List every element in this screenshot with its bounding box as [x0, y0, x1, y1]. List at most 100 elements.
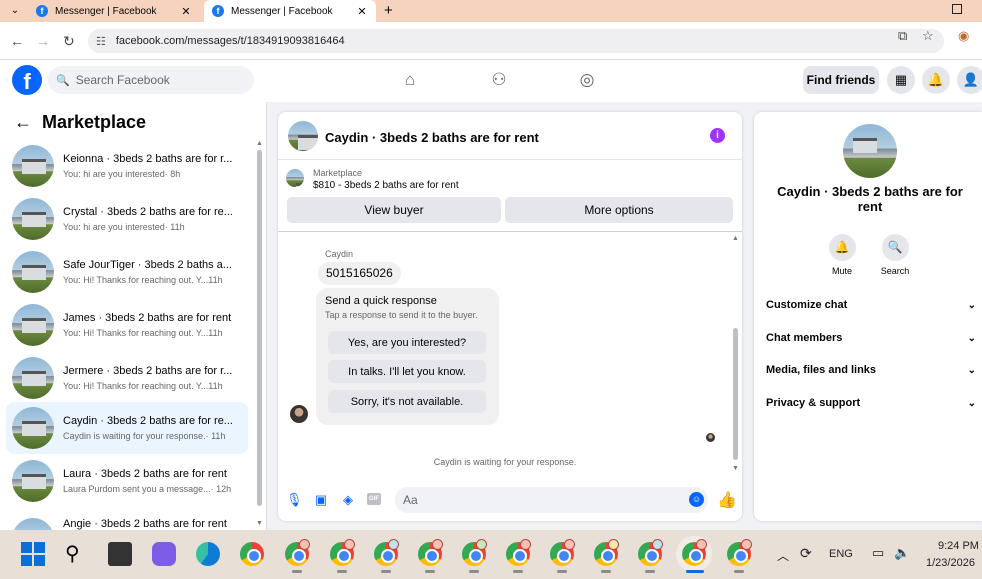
chat-scrollbar[interactable] — [733, 328, 738, 460]
network-icon[interactable]: ▭ — [872, 545, 884, 561]
chrome-profile-icon[interactable] — [418, 539, 443, 566]
task-view-icon[interactable] — [108, 542, 132, 566]
details-avatar[interactable] — [843, 124, 897, 178]
search-action[interactable]: 🔍 Search — [871, 234, 919, 276]
scroll-down-icon[interactable]: ▼ — [256, 520, 263, 527]
chat-members-section[interactable]: Chat members ⌄ — [766, 326, 976, 350]
browser-tab-1[interactable]: f Messenger | Facebook ✕ — [28, 0, 200, 22]
menu-grid-icon[interactable]: ▦ — [887, 66, 915, 94]
chrome-profile-icon[interactable] — [285, 539, 310, 566]
home-icon[interactable]: ⌂ — [399, 69, 421, 91]
chrome-profile-icon[interactable] — [727, 539, 752, 566]
account-avatar-icon[interactable]: 👤 — [957, 66, 982, 94]
quick-response-option[interactable]: Yes, are you interested? — [328, 331, 486, 354]
chat-avatar[interactable] — [288, 121, 318, 151]
volume-icon[interactable]: 🔈 — [894, 545, 910, 561]
browser-tab-2[interactable]: f Messenger | Facebook ✕ — [204, 0, 376, 22]
install-app-icon[interactable]: ⧉ — [898, 28, 907, 44]
meet-chat-icon[interactable] — [152, 542, 176, 566]
message-input[interactable] — [395, 487, 708, 513]
view-buyer-button[interactable]: View buyer — [287, 197, 501, 223]
running-indicator — [381, 570, 391, 573]
bell-icon[interactable]: 🔔 — [828, 234, 856, 261]
url-text: facebook.com/messages/t/1834919093816464 — [115, 35, 345, 47]
sidebar-scrollbar[interactable] — [257, 150, 262, 506]
chevron-down-icon: ⌄ — [967, 299, 976, 311]
conversation-item[interactable]: Safe JourTiger · 3beds 2 baths a... You:… — [6, 246, 248, 298]
conversation-item[interactable]: Crystal · 3beds 2 baths are for re... Yo… — [6, 193, 248, 245]
close-tab-icon[interactable]: ✕ — [356, 5, 368, 18]
message-bubble[interactable]: 5015165026 — [318, 262, 401, 285]
conversation-name: Caydin · 3beds 2 baths are for re... — [63, 415, 233, 427]
conversation-item[interactable]: Keionna · 3beds 2 baths are for r... You… — [6, 140, 248, 192]
microphone-icon[interactable]: 🎙 — [286, 492, 303, 508]
clock-time[interactable]: 9:24 PM — [938, 540, 979, 552]
mute-action[interactable]: 🔔 Mute — [818, 234, 866, 276]
groups-icon[interactable]: ◎ — [576, 69, 598, 91]
reload-icon[interactable]: ↻ — [63, 34, 75, 48]
chrome-profile-icon[interactable] — [506, 539, 531, 566]
chat-scroll-down-icon[interactable]: ▼ — [732, 465, 739, 472]
bookmark-star-icon[interactable]: ☆ — [922, 28, 934, 44]
chrome-profile-icon[interactable] — [550, 539, 575, 566]
marketplace-sidebar: ← Marketplace Keionna · 3beds 2 baths ar… — [0, 102, 267, 530]
search-facebook-box[interactable]: 🔍 — [48, 66, 254, 94]
more-options-button[interactable]: More options — [505, 197, 733, 223]
taskbar-search-icon[interactable]: ⚲ — [65, 542, 89, 566]
chrome-profile-icon[interactable] — [462, 539, 487, 566]
chrome-profile-icon[interactable] — [638, 539, 663, 566]
conversation-item[interactable]: Jermere · 3beds 2 baths are for r... You… — [6, 352, 248, 404]
emoji-icon[interactable]: ☺ — [689, 492, 704, 507]
tab-search-dropdown-icon[interactable]: ⌄ — [6, 3, 24, 19]
conversation-item[interactable]: Angie · 3beds 2 baths are for rent — [6, 508, 248, 530]
chrome-profile-icon[interactable] — [594, 539, 619, 566]
conversation-item[interactable]: James · 3beds 2 baths are for rent You: … — [6, 299, 248, 351]
sticker-icon[interactable]: ◈ — [340, 492, 356, 508]
privacy-support-section[interactable]: Privacy & support ⌄ — [766, 391, 976, 415]
tray-overflow-chevron-icon[interactable]: ︿ — [777, 547, 789, 564]
notifications-bell-icon[interactable]: 🔔 — [922, 66, 950, 94]
close-tab-icon[interactable]: ✕ — [180, 5, 192, 18]
edge-browser-icon[interactable] — [196, 542, 220, 566]
new-tab-plus-icon[interactable]: + — [384, 2, 393, 19]
back-arrow-icon[interactable]: ← — [14, 112, 32, 133]
search-icon[interactable]: 🔍 — [881, 234, 909, 261]
url-field[interactable]: ☷ facebook.com/messages/t/18349190938164… — [88, 29, 944, 53]
back-arrow-icon[interactable]: ← — [10, 34, 24, 48]
thumbs-up-like-icon[interactable]: 👍 — [717, 490, 737, 510]
conversation-name: James · 3beds 2 baths are for rent — [63, 312, 232, 324]
customize-chat-section[interactable]: Customize chat ⌄ — [766, 293, 976, 317]
chrome-icon[interactable] — [240, 542, 264, 566]
details-name: Caydin · 3beds 2 baths are for rent — [777, 184, 963, 214]
windows-start-icon[interactable] — [21, 542, 45, 566]
window-restore-icon[interactable] — [952, 4, 962, 14]
sender-avatar[interactable] — [290, 405, 308, 423]
site-info-icon[interactable]: ☷ — [96, 35, 106, 48]
facebook-logo-icon[interactable]: f — [12, 65, 42, 95]
language-indicator[interactable]: ENG — [829, 548, 853, 560]
forward-arrow-icon[interactable]: → — [36, 34, 50, 48]
listing-avatar — [12, 304, 54, 346]
clock-date[interactable]: 1/23/2026 — [926, 557, 975, 569]
chrome-active-icon[interactable] — [676, 536, 712, 572]
chat-title[interactable]: Caydin · 3beds 2 baths are for rent — [325, 130, 539, 145]
listing-price-title[interactable]: $810 - 3beds 2 baths are for rent — [313, 180, 459, 191]
conversation-info-icon[interactable]: i — [710, 128, 725, 143]
sync-icon[interactable]: ⟳ — [800, 545, 812, 562]
chrome-profile-icon[interactable] — [374, 539, 399, 566]
conversation-item[interactable]: Laura · 3beds 2 baths are for rent Laura… — [6, 455, 248, 507]
profile-icon[interactable]: ◉ — [958, 28, 969, 44]
listing-thumbnail[interactable] — [286, 169, 304, 187]
photo-attach-icon[interactable]: ▣ — [313, 492, 329, 508]
quick-response-option[interactable]: In talks. I'll let you know. — [328, 360, 486, 383]
find-friends-button[interactable]: Find friends — [803, 66, 879, 94]
gif-icon[interactable]: GIF — [367, 493, 381, 505]
scroll-up-icon[interactable]: ▲ — [256, 140, 263, 147]
search-facebook-input[interactable] — [75, 73, 246, 87]
chat-scroll-up-icon[interactable]: ▲ — [732, 235, 739, 242]
chrome-profile-icon[interactable] — [330, 539, 355, 566]
media-files-links-section[interactable]: Media, files and links ⌄ — [766, 358, 976, 382]
conversation-item-selected[interactable]: Caydin · 3beds 2 baths are for re... Cay… — [6, 402, 248, 454]
quick-response-option[interactable]: Sorry, it's not available. — [328, 390, 486, 413]
friends-icon[interactable]: ⚇ — [488, 69, 510, 91]
